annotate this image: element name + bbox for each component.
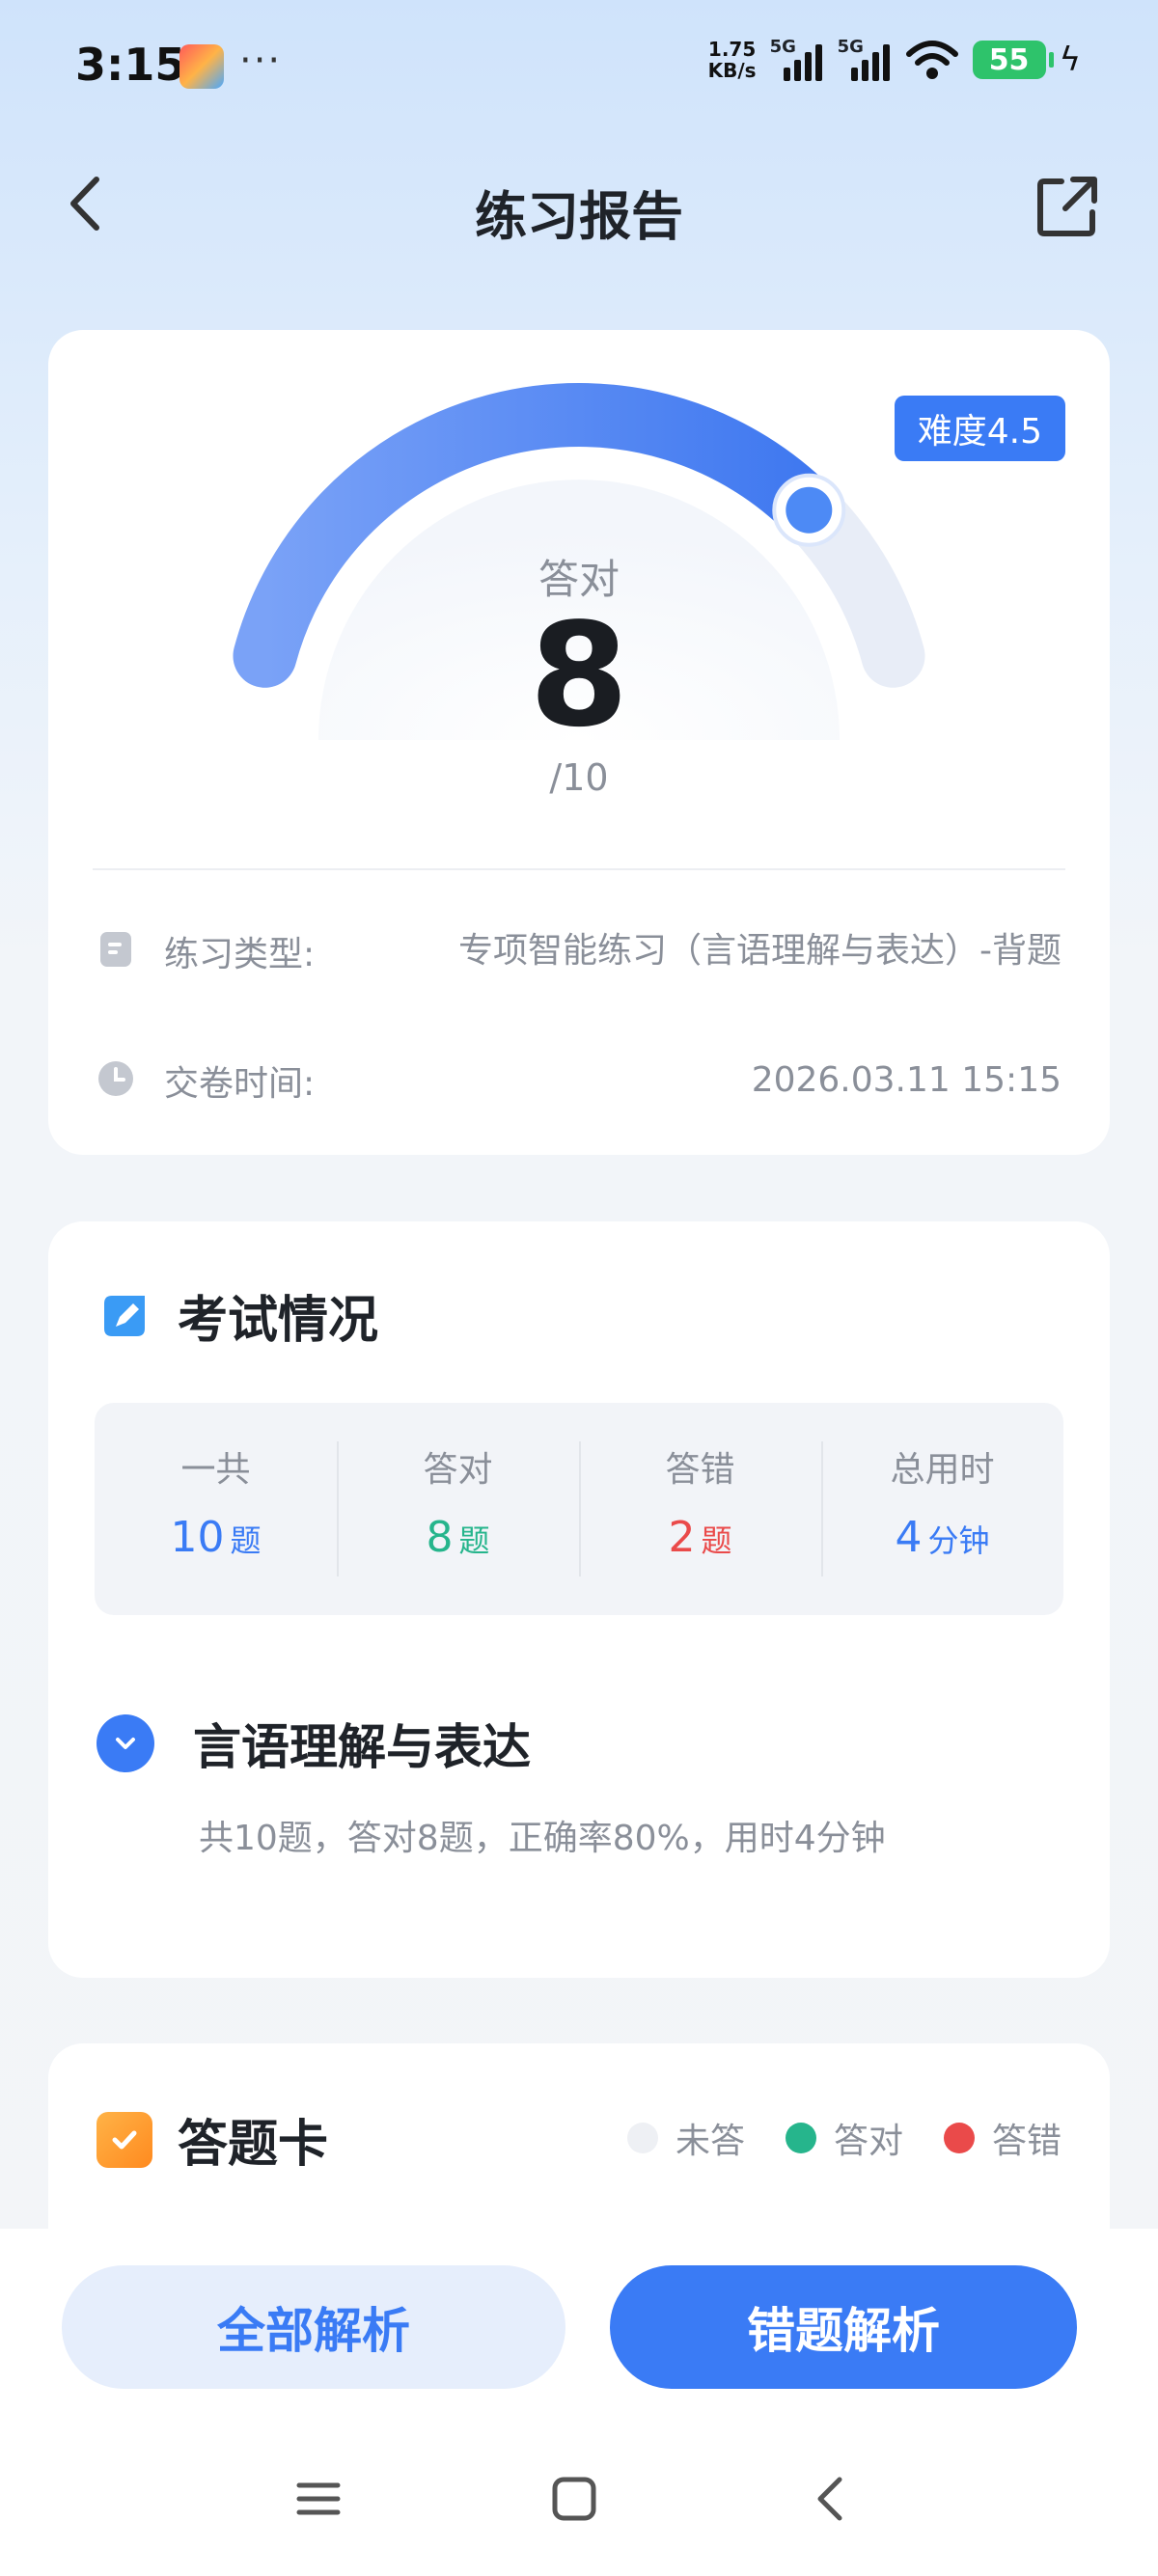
page-title: 练习报告 bbox=[475, 186, 683, 247]
stat-total-value: 10 bbox=[170, 1513, 225, 1562]
stat-correct-label: 答对 bbox=[423, 1450, 493, 1490]
clock-icon bbox=[98, 1061, 133, 1096]
stat-total: 一共 10 题 bbox=[95, 1403, 337, 1615]
stat-duration: 总用时 4 分钟 bbox=[821, 1403, 1063, 1615]
signal-icon-sim1: 5G bbox=[769, 37, 824, 81]
network-speed: 1.75 KB/s bbox=[708, 39, 757, 81]
gauge-knob-dot bbox=[786, 486, 833, 534]
submit-time-row: 交卷时间: 2026.03.11 15:15 bbox=[96, 1055, 1062, 1113]
stat-correct: 答对 8题 bbox=[337, 1403, 579, 1615]
answer-card-header: 答题卡 bbox=[96, 2103, 328, 2176]
exam-section-header: 考试情况 bbox=[96, 1279, 378, 1352]
signal-icon-sim2: 5G bbox=[837, 37, 892, 81]
network-speed-value: 1.75 bbox=[707, 38, 757, 61]
practice-type-row: 练习类型: 专项智能练习（言语理解与表达）-背题 bbox=[96, 926, 1062, 1032]
score-card: 难度4.5 答对 8 /10 练习类型: 专项智能练习（言语理解与表达）-背题 bbox=[48, 330, 1110, 1155]
legend-correct: 答对 bbox=[785, 2113, 903, 2163]
status-bar: 3:15 ··· 1.75 KB/s 5G 5G 55 ϟ bbox=[0, 0, 1158, 135]
stat-duration-label: 总用时 bbox=[890, 1450, 995, 1490]
exam-section-title: 考试情况 bbox=[178, 1292, 379, 1350]
legend-unanswered-label: 未答 bbox=[675, 2122, 745, 2161]
pen-icon bbox=[104, 1295, 145, 1336]
legend-dot-wrong bbox=[943, 2123, 975, 2153]
topic-summary: 共10题，答对8题，正确率80%，用时4分钟 bbox=[199, 1819, 886, 1858]
more-notifications-icon: ··· bbox=[239, 39, 283, 83]
submit-time-label: 交卷时间: bbox=[164, 1064, 316, 1104]
sim2-label: 5G bbox=[837, 37, 864, 57]
menu-icon[interactable] bbox=[290, 2470, 347, 2528]
stats-box: 一共 10 题 答对 8题 答错 2题 总用时 4 分钟 bbox=[95, 1403, 1063, 1615]
answer-legend: 未答 答对 答错 bbox=[606, 2113, 1062, 2163]
charging-icon: ϟ bbox=[1059, 41, 1081, 79]
topic-name: 言语理解与表达 bbox=[193, 1719, 531, 1775]
network-speed-unit: KB/s bbox=[707, 59, 757, 82]
stat-duration-value: 4 bbox=[895, 1513, 923, 1562]
system-navigation-bar bbox=[0, 2451, 1158, 2547]
legend-unanswered: 未答 bbox=[626, 2113, 745, 2163]
stat-correct-unit: 题 bbox=[458, 1522, 490, 1559]
checkbox-icon bbox=[96, 2111, 152, 2168]
home-icon[interactable] bbox=[545, 2470, 603, 2528]
stat-duration-unit: 分钟 bbox=[927, 1522, 990, 1559]
score-value: 8 bbox=[529, 592, 629, 758]
wifi-icon bbox=[905, 41, 958, 79]
exam-summary-card: 考试情况 一共 10 题 答对 8题 答错 2题 总用时 4 分钟 言语理解与表达 … bbox=[48, 1221, 1110, 1978]
legend-dot-unanswered bbox=[626, 2123, 658, 2153]
topic-row[interactable]: 言语理解与表达 bbox=[96, 1709, 531, 1778]
practice-type-label: 练习类型: bbox=[164, 935, 316, 974]
sim1-label: 5G bbox=[769, 37, 796, 57]
answer-card-title: 答题卡 bbox=[178, 2116, 329, 2174]
stat-wrong-value: 2 bbox=[668, 1513, 696, 1562]
score-total: /10 bbox=[549, 756, 609, 799]
legend-dot-correct bbox=[785, 2123, 816, 2153]
legend-correct-label: 答对 bbox=[833, 2122, 903, 2161]
chevron-down-icon[interactable] bbox=[96, 1714, 154, 1772]
status-indicators: 1.75 KB/s 5G 5G 55 ϟ bbox=[708, 37, 1081, 81]
stat-total-unit: 题 bbox=[230, 1522, 262, 1559]
stat-wrong-label: 答错 bbox=[665, 1450, 735, 1490]
stat-correct-value: 8 bbox=[426, 1513, 454, 1562]
stat-wrong-unit: 题 bbox=[701, 1522, 732, 1559]
app-notification-icon bbox=[179, 44, 224, 89]
stat-total-label: 一共 bbox=[180, 1450, 251, 1490]
legend-wrong: 答错 bbox=[943, 2113, 1062, 2163]
battery-icon: 55 bbox=[972, 41, 1054, 79]
divider bbox=[93, 868, 1065, 870]
wrong-analysis-button[interactable]: 错题解析 bbox=[610, 2265, 1077, 2389]
back-icon[interactable] bbox=[803, 2470, 861, 2528]
nav-bar: 练习报告 bbox=[0, 145, 1158, 270]
practice-type-value: 专项智能练习（言语理解与表达）-背题 bbox=[458, 931, 1062, 971]
submit-time-value: 2026.03.11 15:15 bbox=[751, 1060, 1062, 1100]
document-icon bbox=[100, 932, 131, 967]
legend-wrong-label: 答错 bbox=[991, 2122, 1062, 2161]
status-time: 3:15 bbox=[75, 39, 186, 91]
all-analysis-button[interactable]: 全部解析 bbox=[62, 2265, 565, 2389]
stat-wrong: 答错 2题 bbox=[579, 1403, 821, 1615]
share-external-icon[interactable] bbox=[1031, 170, 1104, 243]
